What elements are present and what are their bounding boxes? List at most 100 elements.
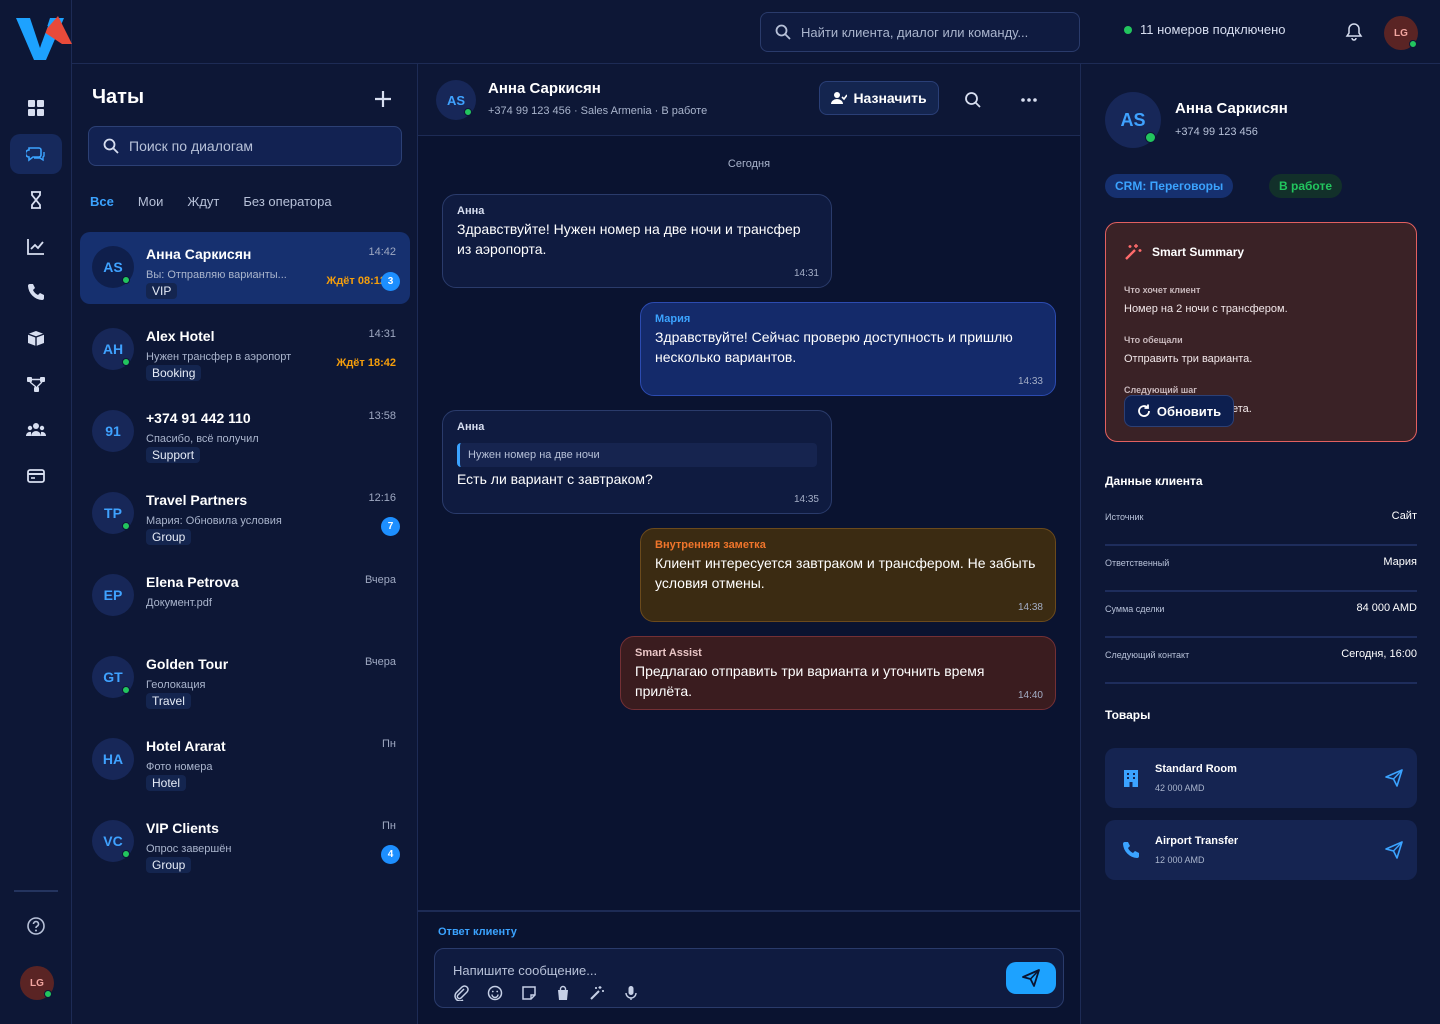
chat-list-item[interactable]: HA Hotel Ararat Пн Фото номера Hotel bbox=[80, 724, 410, 796]
assign-label: Назначить bbox=[853, 90, 927, 106]
chat-list-item[interactable]: AH Alex Hotel 14:31 Нужен трансфер в аэр… bbox=[80, 314, 410, 386]
conversation-panel: AS Анна Саркисян +374 99 123 456 · Sales… bbox=[418, 64, 1080, 1024]
dialog-search-input[interactable] bbox=[129, 138, 379, 154]
global-search-input[interactable] bbox=[801, 24, 1061, 40]
client-data-title: Данные клиента bbox=[1105, 474, 1203, 488]
rail-help-button[interactable] bbox=[10, 906, 62, 946]
summary-next-label: Следующий шаг bbox=[1124, 385, 1198, 395]
rail-analytics-button[interactable] bbox=[10, 226, 62, 266]
product-card[interactable]: Airport Transfer 12 000 AMD bbox=[1105, 820, 1417, 880]
rail-calls-button[interactable] bbox=[10, 272, 62, 312]
summary-wants-label: Что хочет клиент bbox=[1124, 285, 1201, 295]
message-time: 14:31 bbox=[793, 268, 819, 279]
chat-tag: Group bbox=[146, 857, 192, 873]
chat-list-item[interactable]: TP Travel Partners 12:16 Мария: Обновила… bbox=[80, 478, 410, 550]
unread-badge: 4 bbox=[381, 845, 400, 864]
rail-queue-button[interactable] bbox=[10, 180, 62, 220]
global-search[interactable] bbox=[760, 12, 1080, 52]
rail-chats-button[interactable] bbox=[10, 134, 62, 174]
left-rail: LG bbox=[0, 0, 72, 1024]
chat-tag: Group bbox=[146, 529, 192, 545]
refresh-summary-button[interactable]: Обновить bbox=[1124, 395, 1234, 427]
smart-assist-message: Smart Assist Предлагаю отправить три вар… bbox=[620, 636, 1056, 710]
send-product-icon[interactable] bbox=[1385, 841, 1403, 859]
connected-dot bbox=[1124, 25, 1132, 34]
magic-wand-icon bbox=[1125, 244, 1142, 260]
crm-stage-pill[interactable]: CRM: Переговоры bbox=[1105, 174, 1234, 198]
top-bar: 11 номеров подключено LG bbox=[72, 0, 1440, 64]
field-value: Сайт bbox=[1391, 510, 1417, 522]
send-button[interactable] bbox=[1006, 962, 1056, 994]
chat-list-item[interactable]: 91 +374 91 442 110 13:58 Спасибо, всё по… bbox=[80, 396, 410, 468]
chat-list-item[interactable]: EP Elena Petrova Вчера Документ.pdf bbox=[80, 560, 410, 632]
composer-mode-label[interactable]: Ответ клиенту bbox=[438, 926, 517, 938]
shopping-bag-icon[interactable] bbox=[555, 985, 571, 1001]
more-icon[interactable] bbox=[1019, 90, 1039, 110]
send-icon bbox=[1022, 969, 1040, 987]
conversation-subtitle: +374 99 123 456 · Sales Armenia · В рабо… bbox=[488, 105, 708, 117]
box-icon bbox=[27, 331, 45, 346]
chat-tag: Support bbox=[146, 447, 201, 463]
emoji-icon[interactable] bbox=[487, 985, 503, 1001]
team-icon bbox=[26, 423, 46, 436]
chat-list-item[interactable]: GT Golden Tour Вчера Геолокация Travel bbox=[80, 642, 410, 714]
message-text: Здравствуйте! Сейчас проверю доступность… bbox=[655, 329, 1013, 365]
user-avatar[interactable]: LG bbox=[1384, 16, 1418, 50]
rail-divider bbox=[14, 890, 58, 892]
client-field-row: Источник Сайт bbox=[1105, 500, 1417, 546]
message-incoming: Анна Здравствуйте! Нужен номер на две но… bbox=[442, 194, 832, 288]
attachment-icon[interactable] bbox=[453, 985, 469, 1001]
search-icon[interactable] bbox=[963, 90, 983, 110]
rail-user-avatar[interactable]: LG bbox=[20, 966, 54, 1000]
template-icon[interactable] bbox=[521, 985, 537, 1001]
summary-next-value: ета. bbox=[1232, 403, 1252, 415]
rail-user-initials: LG bbox=[30, 977, 44, 989]
tab-mine[interactable]: Мои bbox=[138, 194, 163, 209]
rail-team-button[interactable] bbox=[10, 410, 62, 450]
message-time: 14:33 bbox=[1017, 376, 1043, 387]
summary-promised-label: Что обещали bbox=[1124, 335, 1183, 345]
dashboard-icon bbox=[28, 100, 44, 116]
help-icon bbox=[27, 917, 45, 935]
tab-all[interactable]: Все bbox=[90, 194, 114, 209]
chat-name: Elena Petrova bbox=[146, 574, 239, 590]
chats-icon bbox=[26, 147, 45, 162]
chat-name: +374 91 442 110 bbox=[146, 410, 251, 426]
chat-list-item[interactable]: VC VIP Clients Пн Опрос завершён Group 4 bbox=[80, 806, 410, 878]
rail-billing-button[interactable] bbox=[10, 456, 62, 496]
internal-note: Внутренняя заметка Клиент интересуется з… bbox=[640, 528, 1056, 622]
field-value: Сегодня, 16:00 bbox=[1341, 648, 1417, 660]
assign-button[interactable]: Назначить bbox=[819, 81, 939, 115]
conversation-name: Анна Саркисян bbox=[488, 80, 601, 97]
bell-icon[interactable] bbox=[1344, 22, 1364, 42]
dialog-search[interactable] bbox=[88, 126, 402, 166]
quoted-message[interactable]: Нужен номер на две ночи bbox=[457, 443, 817, 467]
new-chat-plus-icon[interactable] bbox=[372, 88, 394, 110]
chat-time: 14:42 bbox=[368, 246, 396, 258]
online-indicator bbox=[122, 522, 130, 530]
hourglass-icon bbox=[31, 191, 41, 209]
message-input[interactable] bbox=[453, 963, 953, 978]
rail-products-button[interactable] bbox=[10, 318, 62, 358]
chat-list-item[interactable]: AS Анна Саркисян 14:42 Вы: Отправляю вар… bbox=[80, 232, 410, 304]
tab-unassigned[interactable]: Без оператора bbox=[243, 194, 331, 209]
magic-wand-icon[interactable] bbox=[589, 985, 605, 1001]
product-name: Standard Room bbox=[1155, 763, 1237, 775]
phone-icon bbox=[1123, 842, 1139, 858]
search-icon bbox=[775, 24, 791, 40]
status-pill[interactable]: В работе bbox=[1269, 174, 1342, 198]
send-product-icon[interactable] bbox=[1385, 769, 1403, 787]
day-divider: Сегодня bbox=[727, 158, 771, 170]
microphone-icon[interactable] bbox=[623, 985, 639, 1001]
field-value: Мария bbox=[1383, 556, 1417, 568]
product-card[interactable]: Standard Room 42 000 AMD bbox=[1105, 748, 1417, 808]
chat-time: Пн bbox=[382, 738, 396, 750]
chat-wait-timer: Ждёт 18:42 bbox=[336, 357, 396, 369]
summary-promised-value: Отправить три варианта. bbox=[1124, 353, 1253, 365]
chat-time: Вчера bbox=[364, 656, 396, 668]
message-text: Предлагаю отправить три варианта и уточн… bbox=[635, 663, 985, 699]
rail-dashboard-button[interactable] bbox=[10, 88, 62, 128]
tab-waiting[interactable]: Ждут bbox=[187, 194, 219, 209]
unread-badge: 7 bbox=[381, 517, 400, 536]
rail-flows-button[interactable] bbox=[10, 364, 62, 404]
